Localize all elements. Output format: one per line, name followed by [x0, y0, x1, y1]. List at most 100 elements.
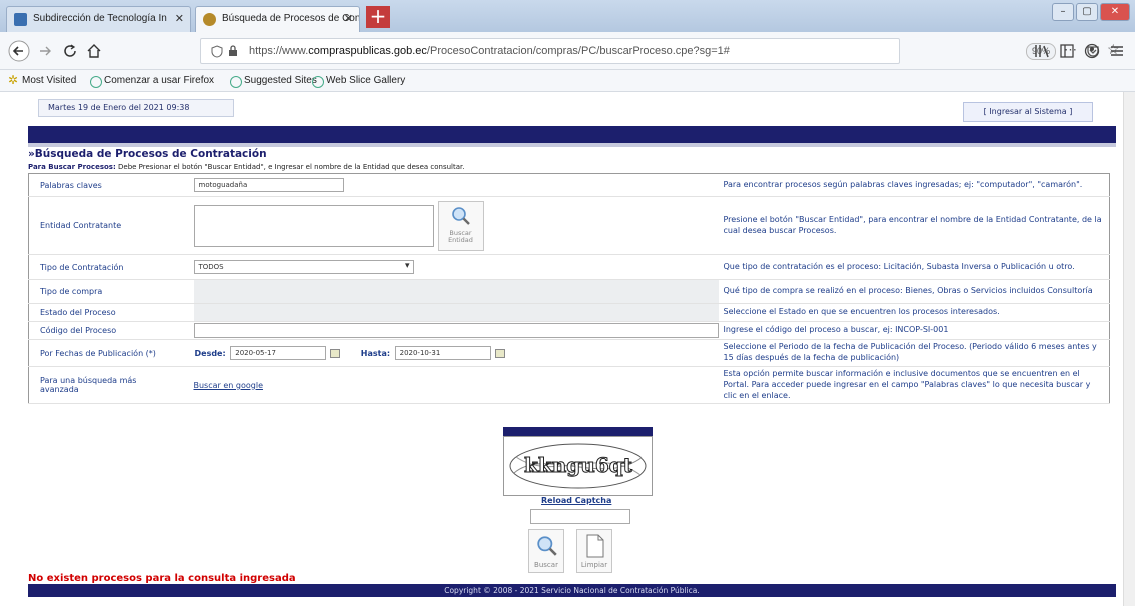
estado-proceso-field — [193, 303, 719, 322]
page-content: Martes 19 de Enero del 2021 09:38 [ Ingr… — [28, 92, 1116, 606]
buscar-google-link[interactable]: Buscar en google — [194, 381, 263, 390]
limpiar-label: Limpiar — [580, 561, 608, 569]
row-palabras-claves: Palabras claves motoguadaña Para encontr… — [28, 173, 1110, 197]
row-fechas-publicacion: Por Fechas de Publicación (*) Desde: 202… — [28, 339, 1110, 367]
instruction-text: Debe Presionar el botón "Buscar Entidad"… — [115, 163, 465, 171]
tab-close-icon[interactable]: ✕ — [175, 12, 184, 25]
limpiar-button[interactable]: Limpiar — [576, 529, 612, 573]
buscar-button[interactable]: Buscar — [528, 529, 564, 573]
desde-label: Desde: — [194, 348, 226, 358]
tipo-contratacion-value: TODOS — [198, 263, 224, 271]
browser-navbar: https://www.compraspublicas.gob.ec/Proce… — [0, 32, 1135, 70]
estado-proceso-label: Estado del Proceso — [28, 303, 194, 322]
url-path: /ProcesoContratacion/compras/PC/buscarPr… — [426, 45, 730, 57]
close-window-button[interactable]: ✕ — [1100, 3, 1130, 21]
entidad-contratante-textarea[interactable] — [193, 204, 434, 247]
desde-input[interactable]: 2020-05-17 — [230, 346, 327, 360]
palabras-claves-label: Palabras claves — [28, 173, 194, 197]
url-prefix: https://www. — [249, 45, 309, 57]
row-entidad-contratante: Entidad Contratante Buscar Entidad Presi… — [28, 196, 1110, 255]
login-link[interactable]: [ Ingresar al Sistema ] — [963, 102, 1093, 122]
captcha-image: kkngu6qt — [503, 436, 653, 496]
magnifier-icon — [451, 206, 470, 225]
codigo-proceso-input[interactable] — [193, 323, 719, 338]
lock-icon — [229, 45, 237, 56]
tipo-compra-help: Qué tipo de compra se realizó en el proc… — [718, 279, 1110, 304]
tab-title: Subdirección de Tecnología In — [33, 13, 167, 24]
tab-title: Búsqueda de Procesos de Cont — [222, 13, 360, 24]
palabras-claves-help: Para encontrar procesos según palabras c… — [718, 173, 1110, 197]
fechas-publicacion-label: Por Fechas de Publicación (*) — [28, 339, 194, 367]
menu-icon[interactable] — [1110, 44, 1124, 58]
seal-favicon-icon — [203, 13, 216, 26]
reload-icon[interactable] — [62, 43, 78, 59]
blank-document-icon — [586, 534, 604, 558]
row-codigo-proceso: Código del Proceso Ingrese el código del… — [28, 321, 1110, 340]
busqueda-avanzada-help: Esta opción permite buscar información e… — [718, 366, 1110, 405]
buscar-label: Buscar — [534, 561, 558, 569]
instruction-bold: Para Buscar Procesos: — [28, 163, 116, 171]
palabras-claves-input[interactable]: motoguadaña — [193, 178, 344, 192]
magnifier-icon — [537, 536, 557, 556]
copyright-footer: Copyright © 2008 - 2021 Servicio Naciona… — [28, 584, 1116, 597]
tipo-contratacion-label: Tipo de Contratación — [28, 254, 194, 280]
account-icon[interactable] — [1084, 43, 1100, 59]
row-tipo-compra: Tipo de compra Qué tipo de compra se rea… — [28, 279, 1110, 304]
library-icon[interactable] — [1034, 44, 1050, 58]
url-bar[interactable]: https://www.compraspublicas.gob.ec/Proce… — [200, 38, 1120, 64]
codigo-proceso-label: Código del Proceso — [28, 321, 194, 340]
site-favicon-icon — [14, 13, 27, 26]
entidad-contratante-help: Presione el botón "Buscar Entidad", para… — [718, 196, 1110, 255]
tab-busqueda[interactable]: Búsqueda de Procesos de Cont ✕ — [195, 6, 360, 32]
header-band — [28, 126, 1116, 143]
estado-proceso-help: Seleccione el Estado en que se encuentre… — [718, 303, 1110, 322]
section-title: »Búsqueda de Procesos de Contratación — [28, 148, 267, 160]
codigo-proceso-help: Ingrese el código del proceso a buscar, … — [718, 321, 1110, 340]
calendar-icon[interactable] — [330, 348, 341, 358]
page-scrollbar[interactable] — [1123, 92, 1135, 606]
bookmark-most-visited[interactable]: Most Visited — [8, 73, 76, 86]
forward-icon[interactable] — [38, 44, 52, 58]
calendar-icon[interactable] — [494, 348, 505, 358]
hasta-label: Hasta: — [360, 348, 391, 358]
no-results-error: No existen procesos para la consulta ing… — [28, 573, 296, 584]
captcha-panel: kkngu6qt — [503, 427, 653, 496]
new-tab-button[interactable]: + — [366, 6, 390, 28]
tab-subdireccion[interactable]: Subdirección de Tecnología In ✕ — [6, 6, 191, 32]
row-busqueda-avanzada: Para una búsqueda más avanzada Buscar en… — [28, 366, 1110, 405]
entidad-contratante-label: Entidad Contratante — [28, 196, 194, 255]
current-date: Martes 19 de Enero del 2021 09:38 — [38, 99, 234, 117]
back-icon[interactable] — [8, 40, 30, 62]
captcha-input[interactable] — [530, 509, 630, 524]
captcha-header-bar — [503, 427, 653, 436]
minimize-button[interactable]: – — [1052, 3, 1074, 21]
buscar-entidad-button[interactable]: Buscar Entidad — [437, 200, 484, 251]
row-tipo-contratacion: Tipo de Contratación TODOS ▾ Que tipo de … — [28, 254, 1110, 280]
hasta-input[interactable]: 2020-10-31 — [394, 346, 491, 360]
buscar-entidad-label: Buscar Entidad — [448, 228, 473, 245]
search-instruction: Para Buscar Procesos: Debe Presionar el … — [28, 163, 465, 171]
bookmarks-bar: Most Visited Comenzar a usar Firefox Sug… — [0, 70, 1135, 92]
bookmark-web-slice-gallery[interactable]: Web Slice Gallery — [312, 75, 405, 88]
shield-icon — [211, 45, 223, 58]
busqueda-avanzada-label: Para una búsqueda más avanzada — [28, 366, 194, 405]
captcha-text: kkngu6qt — [524, 453, 633, 477]
bookmark-firefox[interactable]: Comenzar a usar Firefox — [90, 75, 214, 88]
row-estado-proceso: Estado del Proceso Seleccione el Estado … — [28, 303, 1110, 322]
maximize-button[interactable]: ▢ — [1076, 3, 1098, 21]
captcha-drawing: kkngu6qt — [509, 443, 647, 489]
search-form-table: Palabras claves motoguadaña Para encontr… — [28, 173, 1110, 405]
tipo-compra-field — [193, 279, 719, 304]
fechas-publicacion-help: Seleccione el Periodo de la fecha de Pub… — [718, 339, 1110, 367]
tipo-compra-label: Tipo de compra — [28, 279, 194, 304]
bookmark-suggested-sites[interactable]: Suggested Sites — [230, 75, 317, 88]
tipo-contratacion-select[interactable]: TODOS ▾ — [193, 260, 414, 274]
home-icon[interactable] — [86, 43, 102, 59]
browser-titlebar: Subdirección de Tecnología In ✕ Búsqueda… — [0, 0, 1135, 32]
tab-close-icon[interactable]: ✕ — [344, 12, 353, 25]
tipo-contratacion-help: Que tipo de contratación es el proceso: … — [718, 254, 1110, 280]
chevron-down-icon: ▾ — [404, 261, 410, 271]
reload-captcha-link[interactable]: Reload Captcha — [541, 496, 611, 505]
header-band-shadow — [28, 143, 1116, 147]
sidebar-icon[interactable] — [1060, 44, 1074, 58]
